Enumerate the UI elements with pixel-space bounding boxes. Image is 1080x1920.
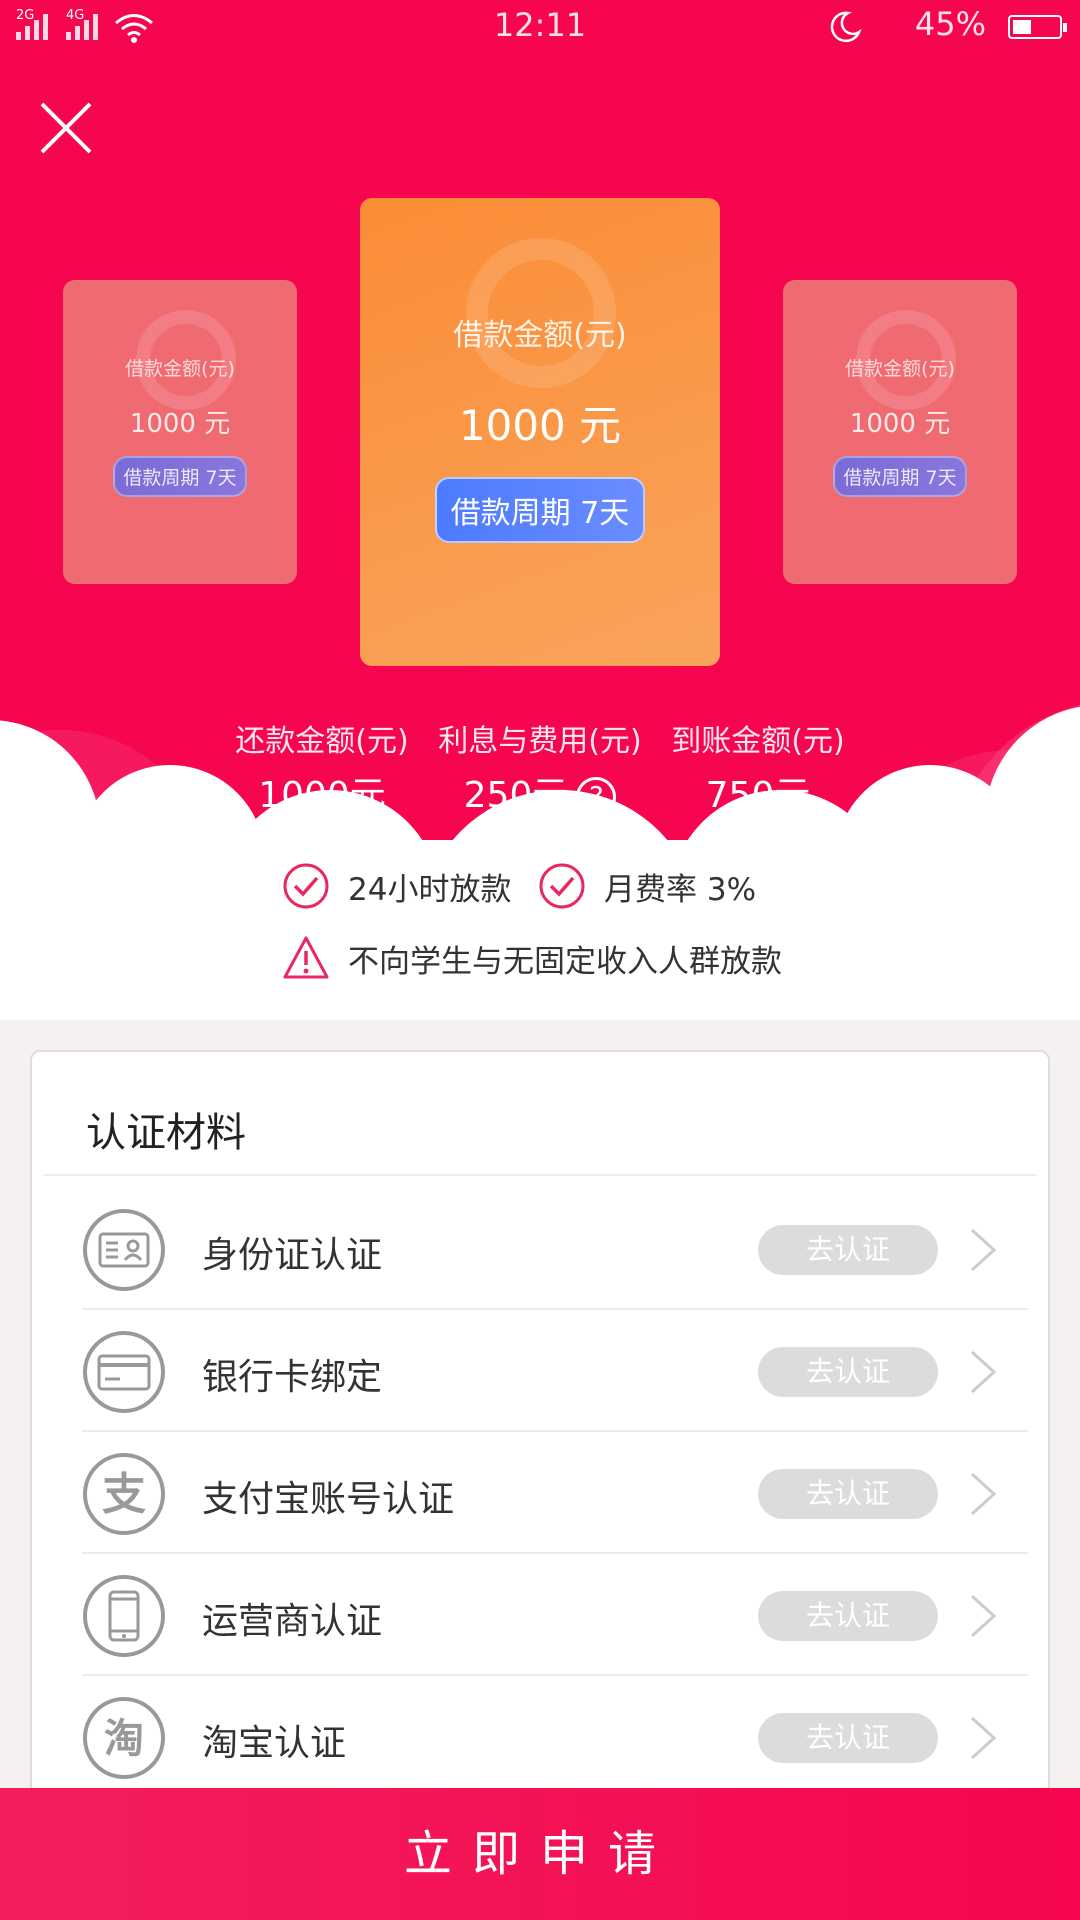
warning-icon: [283, 936, 329, 979]
loan-period-badge: 借款周期 7天: [113, 456, 247, 497]
feature-fast-payout: 24小时放款: [282, 862, 511, 910]
loan-amount-label: 借款金额(元): [845, 358, 955, 380]
battery-icon: [1008, 15, 1067, 39]
fees-value: 250元: [463, 775, 569, 816]
close-icon[interactable]: [38, 100, 94, 156]
taobao-icon: 淘: [83, 1697, 165, 1779]
status-bar: 2G 4G 12:11 45%: [0, 0, 1080, 56]
alipay-glyph: 支: [102, 1469, 146, 1520]
verify-button[interactable]: 去认证: [758, 1347, 938, 1397]
battery-percent: 45%: [914, 5, 986, 43]
verification-label: 支付宝账号认证: [202, 1479, 455, 1520]
verification-row-id-card[interactable]: 身份证认证 去认证: [82, 1188, 1028, 1310]
check-circle-icon: [283, 863, 329, 909]
verification-row-taobao[interactable]: 淘 淘宝认证 去认证: [82, 1676, 1028, 1798]
loan-card-left[interactable]: 借款金额(元) 1000 元 借款周期 7天: [63, 280, 297, 584]
features-section: 24小时放款 月费率 3% 不向学生与无固定收入人群放款: [0, 840, 1080, 1020]
verification-title: 认证材料: [86, 1110, 246, 1156]
loan-card-selected[interactable]: 借款金额(元) 1000 元 借款周期 7天: [360, 198, 720, 666]
verify-button[interactable]: 去认证: [758, 1225, 938, 1275]
loan-period-badge: 借款周期 7天: [434, 477, 646, 543]
verification-label: 身份证认证: [202, 1235, 383, 1276]
feature-warning-label: 不向学生与无固定收入人群放款: [348, 943, 782, 980]
help-icon[interactable]: ?: [576, 777, 617, 817]
fees-summary: 利息与费用(元) 250元?: [432, 716, 648, 818]
taobao-glyph: 淘: [104, 1716, 144, 1762]
chevron-right-icon: [970, 1228, 997, 1272]
chevron-right-icon: [970, 1594, 997, 1638]
feature-monthly-rate-label: 月费率 3%: [604, 871, 757, 908]
verify-button[interactable]: 去认证: [758, 1469, 938, 1519]
moon-icon: [830, 11, 862, 43]
loan-amount: 1000 元: [849, 409, 951, 439]
loan-amount: 1000 元: [458, 401, 622, 450]
repayment-amount-label: 还款金额(元): [235, 724, 409, 759]
verification-label: 运营商认证: [202, 1601, 383, 1642]
verification-row-alipay[interactable]: 支 支付宝账号认证 去认证: [82, 1432, 1028, 1554]
repayment-summary: 还款金额(元) 1000元: [232, 716, 412, 818]
feature-warning: 不向学生与无固定收入人群放款: [282, 934, 782, 982]
received-amount-label: 到账金额(元): [671, 724, 845, 759]
received-amount-value: 750元: [705, 775, 811, 816]
apply-now-button[interactable]: 立即申请: [0, 1788, 1080, 1920]
bank-card-icon: [83, 1331, 165, 1413]
loan-amount: 1000 元: [129, 409, 231, 439]
loan-card-right[interactable]: 借款金额(元) 1000 元 借款周期 7天: [783, 280, 1017, 584]
verification-row-carrier[interactable]: 运营商认证 去认证: [82, 1554, 1028, 1676]
feature-fast-payout-label: 24小时放款: [348, 871, 512, 908]
phone-icon: [83, 1575, 165, 1657]
check-circle-icon: [539, 863, 585, 909]
repayment-amount-value: 1000元: [258, 775, 386, 816]
id-card-icon: [83, 1209, 165, 1291]
chevron-right-icon: [970, 1716, 997, 1760]
verification-label: 淘宝认证: [202, 1723, 347, 1764]
verify-button[interactable]: 去认证: [758, 1713, 938, 1763]
chevron-right-icon: [970, 1472, 997, 1516]
received-summary: 到账金额(元) 750元: [668, 716, 848, 818]
divider: [44, 1174, 1036, 1176]
fees-label: 利息与费用(元): [438, 724, 642, 759]
alipay-icon: 支: [83, 1453, 165, 1535]
hero-section: 2G 4G 12:11 45% 借款金额(元) 1000 元 借款周期 7天 借…: [0, 0, 1080, 840]
loan-amount-label: 借款金额(元): [453, 318, 627, 353]
feature-monthly-rate: 月费率 3%: [538, 862, 756, 910]
verification-label: 银行卡绑定: [202, 1357, 383, 1398]
loan-amount-label: 借款金额(元): [125, 358, 235, 380]
verify-button[interactable]: 去认证: [758, 1591, 938, 1641]
verification-row-bank-card[interactable]: 银行卡绑定 去认证: [82, 1310, 1028, 1432]
loan-period-badge: 借款周期 7天: [833, 456, 967, 497]
chevron-right-icon: [970, 1350, 997, 1394]
